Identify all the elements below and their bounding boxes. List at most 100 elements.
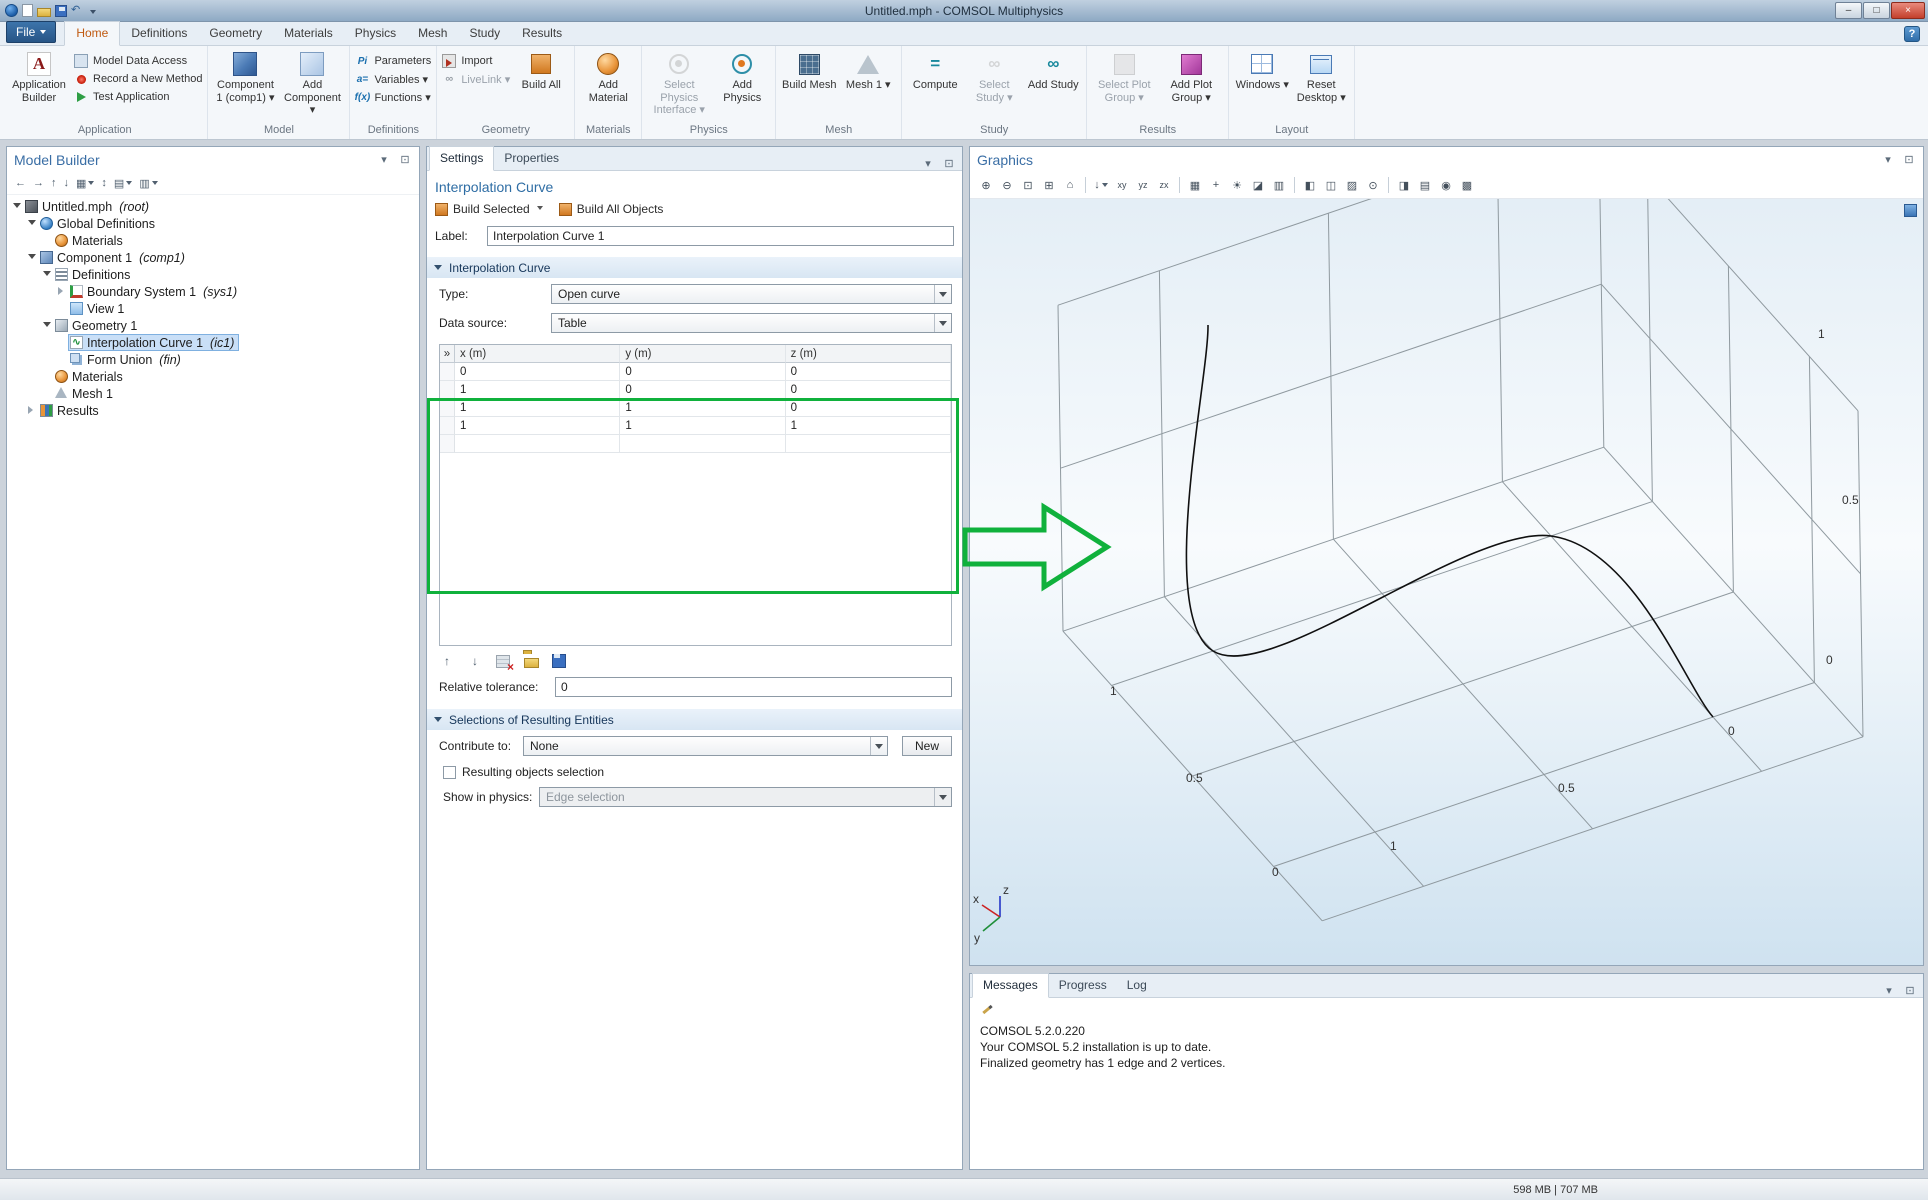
image-snapshot-icon[interactable]: ◉ xyxy=(1436,176,1456,195)
section-selections-of-resulting-entities[interactable]: Selections of Resulting Entities xyxy=(427,709,962,730)
tree-item-boundary-system-1[interactable]: Boundary System 1(sys1) xyxy=(7,283,419,300)
add-material-button[interactable]: Add Material xyxy=(580,49,636,123)
customize-quick-access-icon[interactable] xyxy=(90,10,96,17)
build-all-button[interactable]: Build All xyxy=(513,49,569,123)
wireframe-rendering-icon[interactable]: ▥ xyxy=(1269,176,1289,195)
print-icon[interactable]: ▩ xyxy=(1457,176,1477,195)
data-source-select[interactable]: Table xyxy=(551,313,952,333)
go-back-icon[interactable]: ← xyxy=(15,177,26,189)
column-header-z[interactable]: z (m) xyxy=(786,345,951,363)
close-button[interactable]: × xyxy=(1891,2,1925,19)
panel-pin-icon[interactable]: ⊡ xyxy=(398,153,412,166)
show-options-icon[interactable]: ▦ xyxy=(76,177,94,190)
tab-home[interactable]: Home xyxy=(64,21,120,46)
cell-z[interactable]: 0 xyxy=(786,381,951,399)
windows-button[interactable]: Windows ▾ xyxy=(1234,49,1290,123)
cell-x[interactable]: 1 xyxy=(455,399,620,417)
tree-item-view-1[interactable]: View 1 xyxy=(7,300,419,317)
panel-pin-icon[interactable]: ⊡ xyxy=(1903,984,1917,997)
cell-x[interactable]: 0 xyxy=(455,363,620,381)
application-builder-button[interactable]: A Application Builder xyxy=(7,49,71,123)
zoom-out-icon[interactable]: ⊖ xyxy=(997,176,1017,195)
tree-item-geometry-1[interactable]: Geometry 1 xyxy=(7,317,419,334)
tree-item-mesh-1[interactable]: Mesh 1 xyxy=(7,385,419,402)
zoom-box-icon[interactable]: ⊞ xyxy=(1039,176,1059,195)
tree-expand-arrow[interactable] xyxy=(28,217,38,231)
clear-table-icon[interactable] xyxy=(496,655,510,668)
move-up-icon[interactable]: ↑ xyxy=(51,177,57,189)
cell-x[interactable]: 1 xyxy=(455,381,620,399)
go-to-default-3d-view-icon[interactable]: ⌂ xyxy=(1060,176,1080,195)
zoom-in-icon[interactable]: ⊕ xyxy=(976,176,996,195)
go-forward-icon[interactable]: → xyxy=(33,177,44,189)
panel-pin-icon[interactable]: ⊡ xyxy=(942,157,956,170)
tree-item-interpolation-curve-1[interactable]: ∿Interpolation Curve 1(ic1) xyxy=(7,334,419,351)
tab-materials[interactable]: Materials xyxy=(273,22,344,45)
test-application-button[interactable]: Test Application xyxy=(74,90,202,104)
interpolation-curve-geometry[interactable] xyxy=(1186,325,1713,717)
component-1-button[interactable]: Component 1 (comp1) ▾ xyxy=(213,49,277,123)
select-entities-icon[interactable]: ◧ xyxy=(1300,176,1320,195)
record-method-button[interactable]: Record a New Method xyxy=(74,72,202,86)
tree-item-definitions[interactable]: Definitions xyxy=(7,266,419,283)
show-in-physics-select[interactable]: Edge selection xyxy=(539,787,952,807)
variables-button[interactable]: a= Variables ▾ xyxy=(355,72,431,86)
build-selected-button[interactable]: Build Selected xyxy=(435,202,543,216)
panel-menu-icon[interactable]: ▾ xyxy=(1882,984,1896,997)
tree-collapse-arrow[interactable] xyxy=(28,404,38,418)
cell-z[interactable]: 0 xyxy=(786,399,951,417)
type-select[interactable]: Open curve xyxy=(551,284,952,304)
cell-y[interactable]: 1 xyxy=(620,417,785,435)
view-xy-plane-icon[interactable]: xy xyxy=(1112,176,1132,195)
cell-z[interactable] xyxy=(786,435,951,453)
tree-expand-arrow[interactable] xyxy=(43,319,53,333)
add-plot-group-button[interactable]: Add Plot Group ▾ xyxy=(1159,49,1223,123)
tree-item-component-1[interactable]: Component 1(comp1) xyxy=(7,249,419,266)
split-window-icon[interactable]: ◨ xyxy=(1394,176,1414,195)
tab-definitions[interactable]: Definitions xyxy=(120,22,198,45)
tab-study[interactable]: Study xyxy=(458,22,511,45)
panel-menu-icon[interactable]: ▾ xyxy=(921,157,935,170)
show-axes-icon[interactable]: + xyxy=(1206,176,1226,195)
view-unhide-all-icon[interactable]: ▨ xyxy=(1342,176,1362,195)
model-tree-node-text-icon[interactable]: ▤ xyxy=(114,177,132,190)
save-file-icon[interactable] xyxy=(55,5,67,17)
panel-pin-icon[interactable]: ⊡ xyxy=(1902,153,1916,166)
tree-item-root[interactable]: Untitled.mph(root) xyxy=(7,198,419,215)
cell-y[interactable]: 0 xyxy=(620,381,785,399)
hide-selected-icon[interactable]: ◫ xyxy=(1321,176,1341,195)
tree-item-form-union[interactable]: Form Union(fin) xyxy=(7,351,419,368)
add-physics-button[interactable]: Add Physics xyxy=(714,49,770,123)
cell-z[interactable]: 0 xyxy=(786,363,951,381)
show-grid-icon[interactable]: ▦ xyxy=(1185,176,1205,195)
move-up-icon[interactable]: ↑ xyxy=(439,653,455,669)
help-icon[interactable]: ? xyxy=(1904,26,1920,42)
import-button[interactable]: Import xyxy=(442,54,510,68)
cell-y[interactable] xyxy=(620,435,785,453)
cell-x[interactable] xyxy=(455,435,620,453)
tab-messages[interactable]: Messages xyxy=(972,973,1049,998)
maximize-button[interactable]: □ xyxy=(1863,2,1890,19)
zoom-extents-icon[interactable]: ⊡ xyxy=(1018,176,1038,195)
tab-settings[interactable]: Settings xyxy=(429,146,494,171)
view-options-icon[interactable] xyxy=(1904,204,1917,217)
tab-physics[interactable]: Physics xyxy=(344,22,407,45)
panel-menu-icon[interactable]: ▾ xyxy=(377,153,391,166)
new-file-icon[interactable] xyxy=(22,4,33,17)
column-header-y[interactable]: y (m) xyxy=(620,345,785,363)
collapse-expand-icon[interactable]: ↕ xyxy=(101,177,107,189)
undo-icon[interactable]: ↶ xyxy=(71,4,86,17)
tree-expand-arrow[interactable] xyxy=(43,268,53,282)
tree-item-materials-global[interactable]: Materials xyxy=(7,232,419,249)
go-to-view-icon[interactable]: ↓ xyxy=(1091,176,1111,195)
tree-item-global-definitions[interactable]: Global Definitions xyxy=(7,215,419,232)
model-data-access-button[interactable]: Model Data Access xyxy=(74,54,202,68)
tree-item-materials[interactable]: Materials xyxy=(7,368,419,385)
toolbar-overflow-icon[interactable]: ▥ xyxy=(139,177,157,190)
contribute-to-select[interactable]: None xyxy=(523,736,888,756)
scene-light-icon[interactable]: ☀ xyxy=(1227,176,1247,195)
functions-button[interactable]: f(x) Functions ▾ xyxy=(355,90,431,104)
plot-settings-icon[interactable]: ▤ xyxy=(1415,176,1435,195)
tree-collapse-arrow[interactable] xyxy=(58,285,68,299)
build-mesh-button[interactable]: Build Mesh xyxy=(781,49,837,123)
